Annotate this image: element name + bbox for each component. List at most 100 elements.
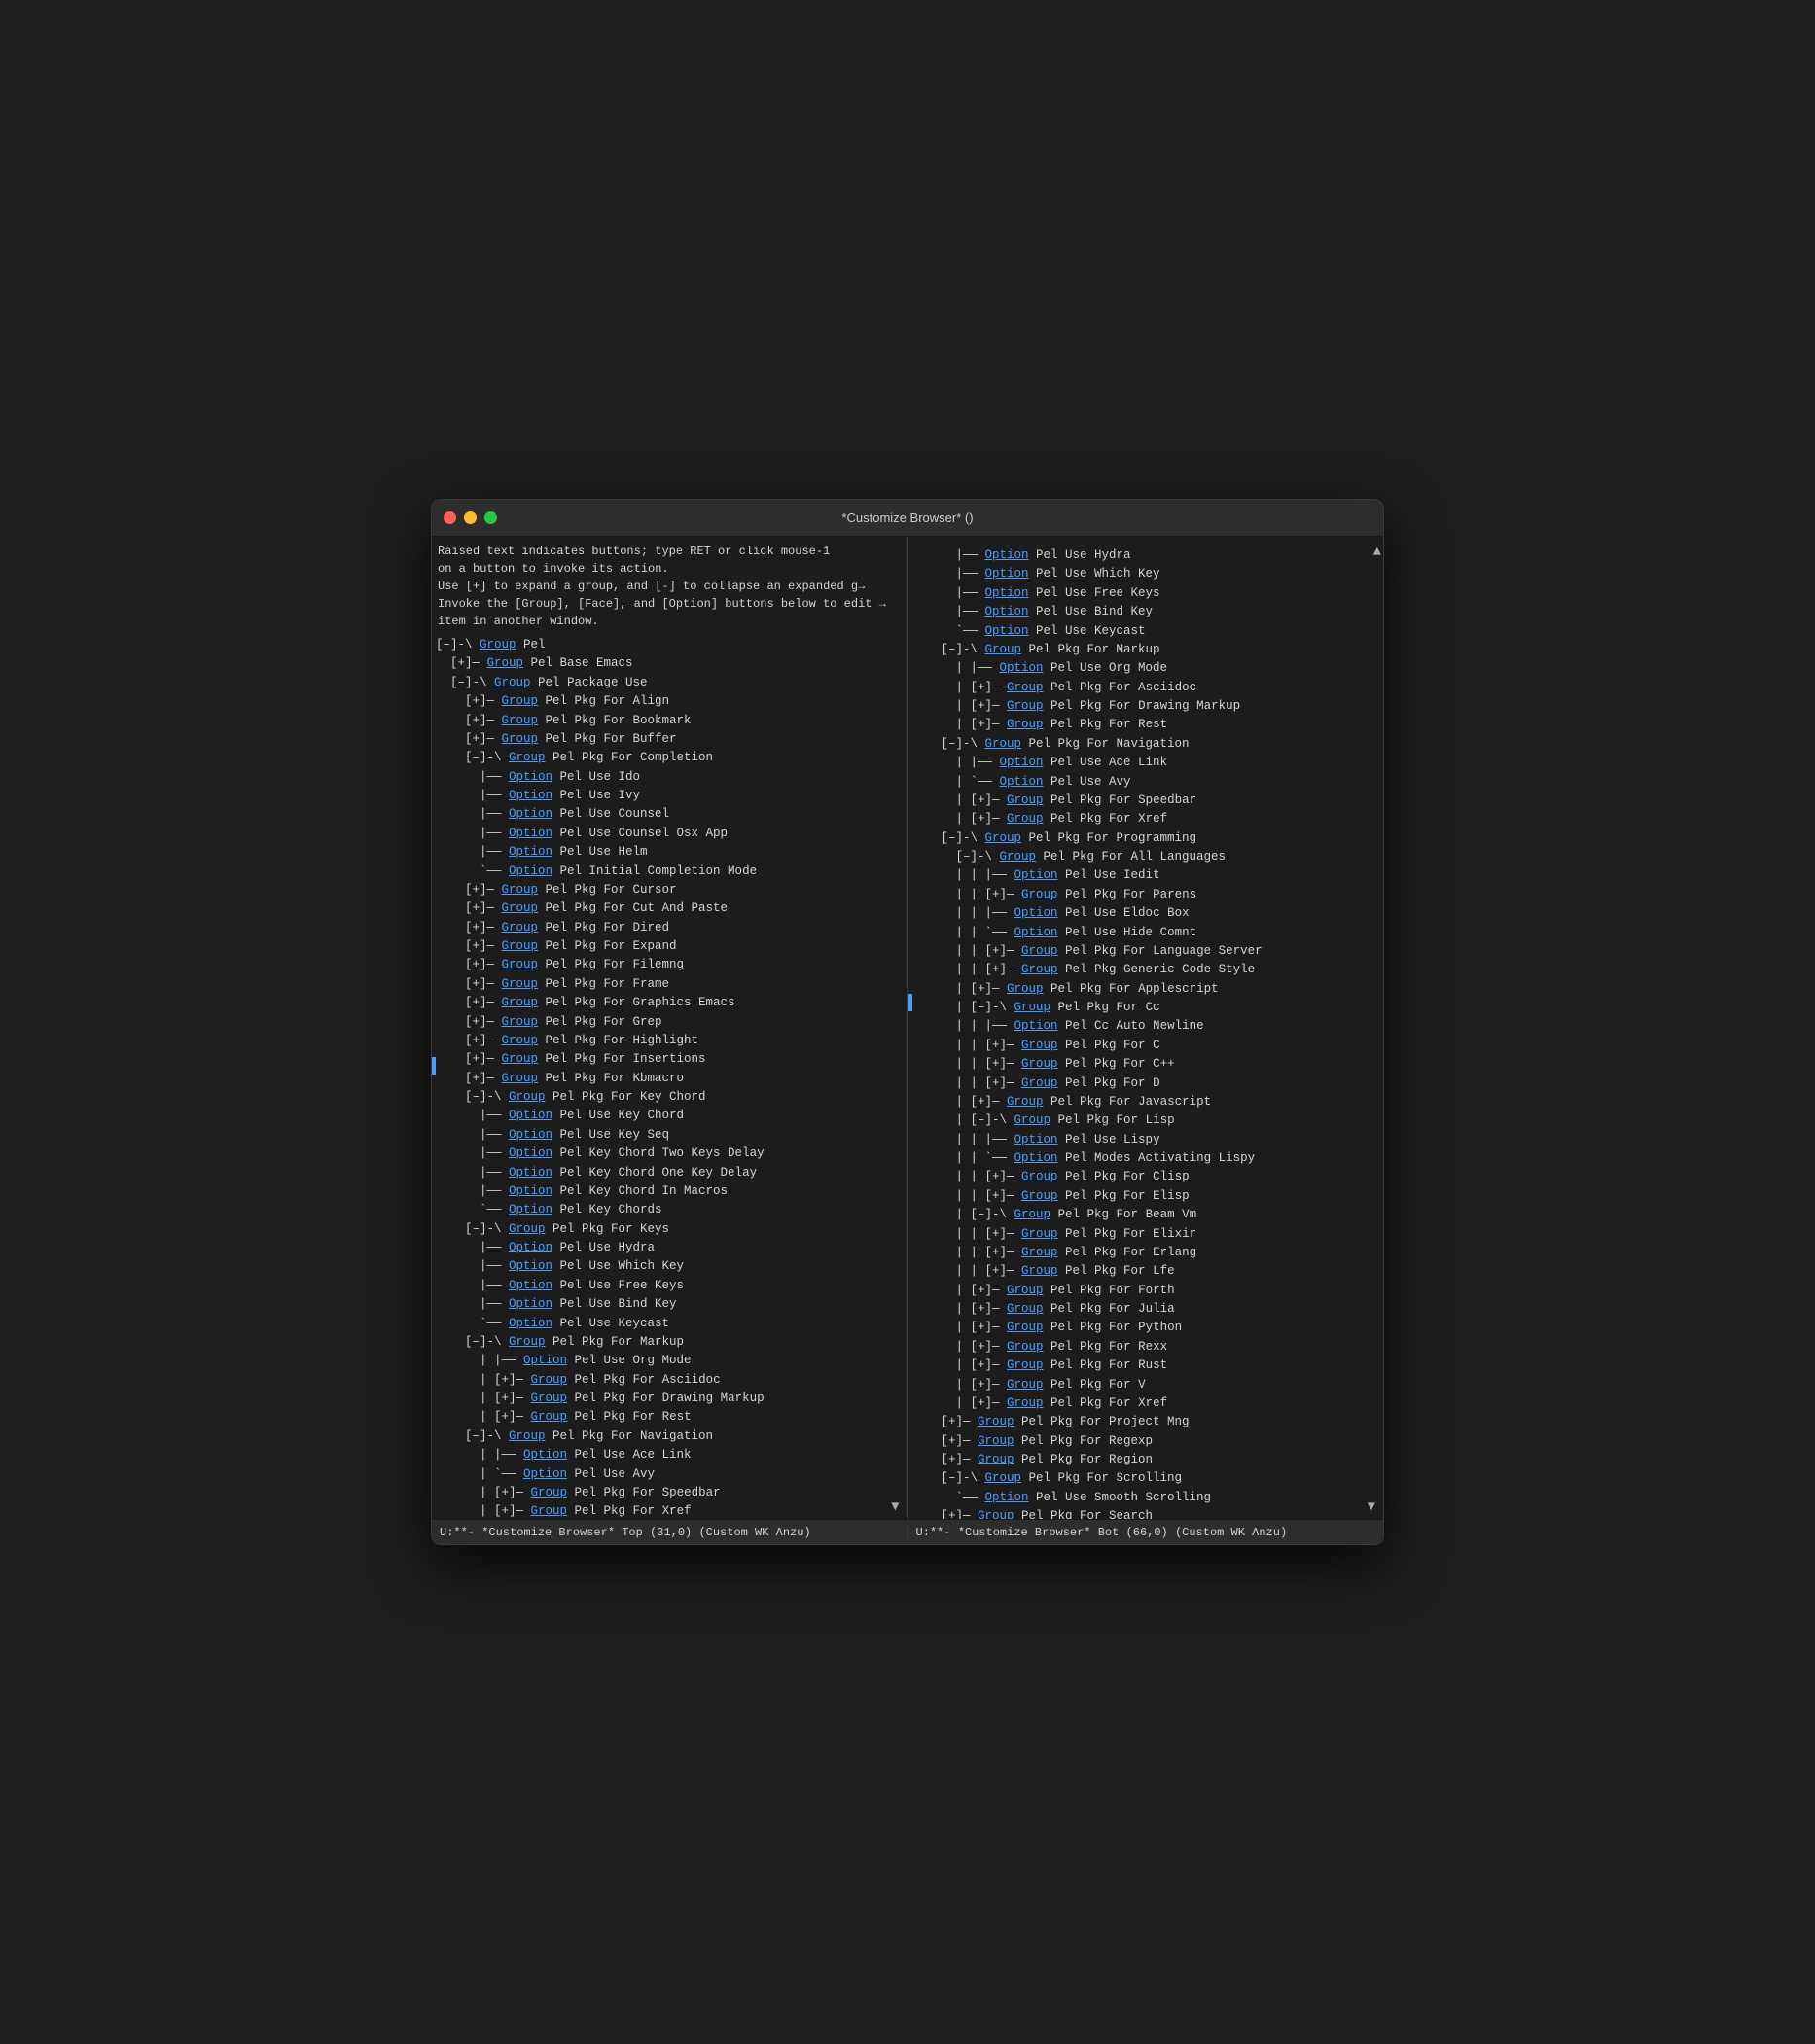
option-link[interactable]: Option	[509, 1241, 552, 1254]
group-link[interactable]: Group	[509, 1222, 546, 1236]
group-link[interactable]: Group	[1021, 944, 1058, 958]
group-link[interactable]: Group	[509, 1335, 546, 1349]
option-link[interactable]: Option	[985, 605, 1029, 618]
group-link[interactable]: Group	[1021, 1170, 1058, 1183]
group-link[interactable]: Group	[509, 1090, 546, 1104]
option-link[interactable]: Option	[1000, 661, 1044, 675]
group-link[interactable]: Group	[985, 643, 1022, 656]
group-link[interactable]: Group	[502, 1015, 539, 1029]
group-link[interactable]: Group	[1007, 982, 1044, 996]
group-link[interactable]: Group	[487, 656, 524, 670]
group-link[interactable]: Group	[1007, 718, 1044, 731]
group-link[interactable]: Group	[502, 694, 539, 708]
group-link[interactable]: Group	[1021, 1227, 1058, 1241]
group-link[interactable]: Group	[531, 1504, 568, 1518]
group-link[interactable]: Group	[531, 1373, 568, 1387]
option-link[interactable]: Option	[1014, 906, 1058, 920]
option-link[interactable]: Option	[509, 1203, 552, 1216]
group-link[interactable]: Group	[502, 977, 539, 991]
option-link[interactable]: Option	[1000, 756, 1044, 769]
group-link[interactable]: Group	[1014, 1001, 1051, 1014]
group-link[interactable]: Group	[1021, 1264, 1058, 1278]
option-link[interactable]: Option	[1014, 1133, 1058, 1146]
group-link[interactable]: Group	[502, 921, 539, 934]
option-link[interactable]: Option	[985, 548, 1029, 562]
group-link[interactable]: Group	[1021, 963, 1058, 976]
group-link[interactable]: Group	[985, 1471, 1022, 1485]
group-link[interactable]: Group	[480, 638, 516, 652]
group-link[interactable]: Group	[1007, 812, 1044, 826]
group-link[interactable]: Group	[502, 1072, 539, 1085]
group-link[interactable]: Group	[1007, 681, 1044, 694]
option-link[interactable]: Option	[523, 1467, 567, 1481]
group-link[interactable]: Group	[1007, 1284, 1044, 1297]
group-link[interactable]: Group	[1021, 1057, 1058, 1071]
option-link[interactable]: Option	[1014, 1019, 1058, 1033]
option-link[interactable]: Option	[1014, 1151, 1058, 1165]
option-link[interactable]: Option	[985, 586, 1029, 600]
option-link[interactable]: Option	[509, 1166, 552, 1180]
group-link[interactable]: Group	[502, 958, 539, 971]
group-link[interactable]: Group	[1021, 1189, 1058, 1203]
group-link[interactable]: Group	[502, 1034, 539, 1047]
group-link[interactable]: Group	[985, 831, 1022, 845]
group-link[interactable]: Group	[509, 1429, 546, 1443]
close-button[interactable]	[444, 511, 456, 524]
group-link[interactable]: Group	[509, 751, 546, 764]
group-link[interactable]: Group	[978, 1415, 1014, 1428]
group-link[interactable]: Group	[1007, 699, 1044, 713]
option-link[interactable]: Option	[509, 1146, 552, 1160]
option-link[interactable]: Option	[985, 567, 1029, 581]
group-link[interactable]: Group	[1007, 1358, 1044, 1372]
option-link[interactable]: Option	[509, 1128, 552, 1142]
group-link[interactable]: Group	[502, 939, 539, 953]
option-link[interactable]: Option	[1014, 926, 1058, 939]
group-link[interactable]: Group	[1007, 1302, 1044, 1316]
option-link[interactable]: Option	[509, 1184, 552, 1198]
group-link[interactable]: Group	[1021, 1039, 1058, 1052]
option-link[interactable]: Option	[509, 864, 552, 878]
group-link[interactable]: Group	[502, 732, 539, 746]
group-link[interactable]: Group	[502, 901, 539, 915]
scroll-up-icon-right[interactable]: ▲	[1373, 543, 1381, 564]
option-link[interactable]: Option	[509, 1297, 552, 1311]
option-link[interactable]: Option	[509, 1279, 552, 1292]
option-link[interactable]: Option	[509, 1109, 552, 1122]
scroll-down-icon-left[interactable]: ▼	[891, 1499, 899, 1515]
group-link[interactable]: Group	[1007, 1378, 1044, 1392]
option-link[interactable]: Option	[509, 1259, 552, 1273]
option-link[interactable]: Option	[509, 827, 552, 840]
option-link[interactable]: Option	[985, 624, 1029, 638]
group-link[interactable]: Group	[494, 676, 531, 689]
group-link[interactable]: Group	[1007, 1340, 1044, 1354]
option-link[interactable]: Option	[523, 1354, 567, 1367]
group-link[interactable]: Group	[502, 883, 539, 897]
group-link[interactable]: Group	[1021, 1246, 1058, 1259]
group-link[interactable]: Group	[1000, 850, 1037, 863]
group-link[interactable]: Group	[1007, 1095, 1044, 1109]
group-link[interactable]: Group	[978, 1434, 1014, 1448]
group-link[interactable]: Group	[502, 714, 539, 727]
minimize-button[interactable]	[464, 511, 477, 524]
group-link[interactable]: Group	[978, 1509, 1014, 1519]
option-link[interactable]: Option	[509, 807, 552, 821]
group-link[interactable]: Group	[531, 1486, 568, 1499]
option-link[interactable]: Option	[509, 1317, 552, 1330]
group-link[interactable]: Group	[531, 1392, 568, 1405]
group-link[interactable]: Group	[1007, 793, 1044, 807]
option-link[interactable]: Option	[509, 845, 552, 859]
maximize-button[interactable]	[484, 511, 497, 524]
option-link[interactable]: Option	[509, 789, 552, 802]
group-link[interactable]: Group	[502, 1052, 539, 1066]
group-link[interactable]: Group	[531, 1410, 568, 1424]
group-link[interactable]: Group	[1007, 1396, 1044, 1410]
option-link[interactable]: Option	[523, 1448, 567, 1462]
group-link[interactable]: Group	[985, 737, 1022, 751]
group-link[interactable]: Group	[1014, 1208, 1051, 1221]
option-link[interactable]: Option	[985, 1491, 1029, 1504]
group-link[interactable]: Group	[1021, 888, 1058, 901]
group-link[interactable]: Group	[1014, 1113, 1051, 1127]
group-link[interactable]: Group	[978, 1453, 1014, 1466]
group-link[interactable]: Group	[1007, 1321, 1044, 1334]
scroll-down-icon-right[interactable]: ▼	[1368, 1499, 1375, 1515]
